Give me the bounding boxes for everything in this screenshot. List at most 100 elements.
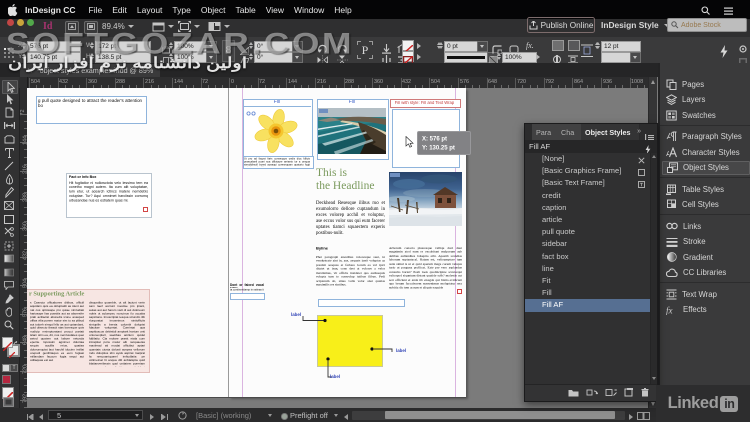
panel-scroll-down-icon[interactable] [652, 377, 656, 380]
dock-item-table-styles[interactable]: Table Styles [662, 182, 750, 196]
wrap-offset-field[interactable]: 12 pt [601, 40, 641, 52]
tool-pen[interactable] [2, 173, 16, 185]
drop-shadow-button[interactable] [552, 40, 564, 51]
page-number-dropdown[interactable]: 5 [48, 409, 143, 420]
swap-fill-stroke-icon[interactable] [13, 335, 19, 353]
last-page-button[interactable] [161, 412, 168, 421]
tool-free-transform[interactable] [2, 240, 16, 252]
tool-pencil[interactable] [2, 186, 16, 198]
tool-gradient-swatch[interactable] [2, 253, 16, 265]
menu-item-file[interactable]: File [84, 5, 108, 15]
dock-item-layers[interactable]: Layers [662, 93, 750, 107]
horizontal-scrollbar[interactable] [352, 410, 625, 420]
wrap-offset-field-stepper[interactable] [595, 41, 601, 50]
wrap-options-dropdown[interactable] [630, 51, 641, 63]
panel-tab-object-styles[interactable]: Object Styles [581, 124, 640, 140]
effects-fx-button[interactable]: fx. [526, 41, 534, 50]
panel-scroll-up-icon[interactable] [652, 155, 656, 158]
clear-overrides-icon[interactable] [586, 384, 598, 402]
style-item-none[interactable]: [None] [525, 153, 651, 165]
spotlight-search-icon[interactable] [701, 5, 710, 16]
delete-style-icon[interactable] [641, 384, 649, 402]
panel-scrollbar[interactable] [650, 153, 657, 384]
quick-apply-icon[interactable] [720, 43, 728, 61]
style-item-fill-af[interactable]: Fill AF [525, 299, 651, 312]
window-zoom-button[interactable] [27, 19, 34, 26]
dock-item-cc-libraries[interactable]: CC Libraries [662, 266, 750, 280]
menu-item-layout[interactable]: Layout [132, 5, 168, 15]
preset-caret-icon[interactable] [268, 414, 272, 417]
document-preset-dropdown[interactable]: [Basic] (working) [196, 411, 251, 420]
dock-item-swatches[interactable]: Swatches [662, 108, 750, 122]
style-item-article[interactable]: article [525, 214, 651, 226]
style-item-credit[interactable]: credit [525, 190, 651, 202]
tool-direct-selection[interactable] [2, 93, 16, 105]
stroke-weight-dropdown[interactable] [477, 40, 488, 52]
style-item-sidebar[interactable]: sidebar [525, 238, 651, 250]
panel-expand-icon[interactable]: » [637, 128, 641, 135]
dock-item-text-wrap[interactable]: Text Wrap [662, 287, 750, 301]
menu-item-window[interactable]: Window [289, 5, 329, 15]
clear-attributes-icon[interactable] [605, 384, 617, 402]
spread-view-button[interactable] [637, 411, 650, 421]
preflight-menu[interactable]: Preflight off [290, 411, 328, 420]
scroll-down-arrow-icon[interactable] [650, 402, 655, 406]
dock-item-character-styles[interactable]: Character Styles [662, 145, 750, 159]
fill-proxy-swatch[interactable] [2, 337, 13, 352]
opacity-field-stepper[interactable] [496, 52, 502, 61]
tool-note[interactable] [2, 280, 16, 292]
inner-shadow-button[interactable] [568, 40, 580, 51]
horizontal-scrollbar-thumb[interactable] [385, 411, 615, 419]
spine-caption-frame[interactable] [230, 293, 265, 300]
menu-item-table[interactable]: Table [230, 5, 260, 15]
stock-search-input[interactable]: Adobe Stock [667, 18, 747, 32]
formatting-text-button[interactable]: T [10, 364, 18, 372]
hscroll-right-arrow-icon[interactable] [629, 412, 634, 421]
next-page-button[interactable] [150, 412, 155, 421]
dock-item-gradient[interactable]: Gradient [662, 250, 750, 264]
tool-type[interactable] [2, 147, 16, 159]
new-style-group-icon[interactable] [568, 384, 579, 402]
tool-rectangle-frame[interactable] [2, 200, 16, 212]
style-item-fill[interactable]: Fill [525, 287, 651, 299]
style-item-line[interactable]: line [525, 263, 651, 275]
tool-zoom[interactable] [2, 319, 16, 331]
tool-page[interactable] [2, 107, 16, 119]
style-item-pull-quote[interactable]: pull quote [525, 226, 651, 238]
dock-item-cell-styles[interactable]: Cell Styles [662, 198, 750, 212]
tool-selection[interactable] [2, 80, 18, 94]
menu-item-type[interactable]: Type [167, 5, 195, 15]
tool-content-collector[interactable] [2, 133, 16, 145]
tool-eyedropper[interactable] [2, 293, 16, 305]
tool-hand[interactable] [2, 306, 16, 318]
tool-scissors[interactable] [2, 226, 16, 238]
dock-item-effects[interactable]: fx Effects [662, 303, 750, 317]
style-item-basic-graphics-frame[interactable]: [Basic Graphics Frame] [525, 165, 651, 177]
menu-app-name[interactable]: InDesign CC [20, 5, 84, 15]
window-close-button[interactable] [7, 19, 14, 26]
tool-rectangle[interactable] [2, 213, 16, 225]
previous-page-button[interactable] [38, 412, 43, 421]
tool-gap[interactable] [2, 120, 16, 132]
window-minimize-button[interactable] [17, 19, 24, 26]
menu-item-edit[interactable]: Edit [107, 5, 132, 15]
tool-gradient-feather[interactable] [2, 266, 16, 278]
opacity-field[interactable]: 100% [502, 51, 537, 63]
yellow-rectangle[interactable] [317, 315, 383, 367]
opacity-flyout-arrow[interactable] [536, 54, 540, 60]
style-item-basic-text-frame[interactable]: [Basic Text Frame] [525, 177, 651, 189]
create-new-style-icon[interactable] [624, 384, 634, 402]
workspace-switcher[interactable]: InDesign Style [601, 20, 670, 30]
menu-item-view[interactable]: View [261, 5, 289, 15]
page-number-caret-icon[interactable] [135, 414, 139, 417]
hscroll-left-arrow-icon[interactable] [343, 412, 348, 421]
menu-item-help[interactable]: Help [329, 5, 356, 15]
apply-color-button[interactable] [2, 375, 11, 384]
dock-item-paragraph-styles[interactable]: Paragraph Styles [662, 130, 750, 144]
first-page-button[interactable] [27, 412, 34, 421]
dock-item-stroke[interactable]: Stroke [662, 235, 750, 249]
preflight-caret-icon[interactable] [334, 414, 338, 417]
notification-center-icon[interactable] [724, 6, 734, 16]
dock-item-object-styles[interactable]: Object Styles [662, 160, 750, 175]
publish-online-button[interactable]: Publish Online [527, 17, 595, 33]
